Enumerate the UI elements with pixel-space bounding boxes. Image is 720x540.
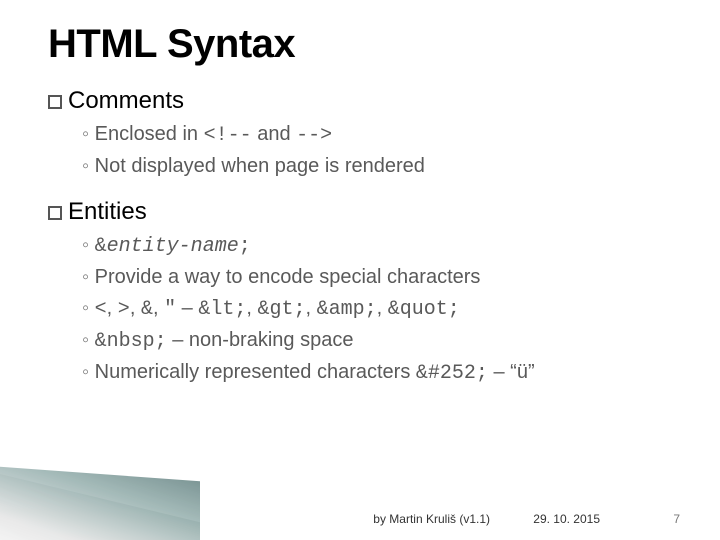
content-body: Comments Enclosed in <!-- and --> Not disp… [48, 87, 672, 387]
section: Entities&entity-name; Provide a way to en… [48, 198, 672, 387]
bullet-square-icon [48, 206, 62, 220]
list-item: Enclosed in <!-- and --> [82, 121, 672, 149]
decorative-corner [0, 420, 200, 540]
sub-bullet-list: Enclosed in <!-- and --> Not displayed wh… [48, 121, 672, 180]
footer-byline: by Martin Kruliš (v1.1) [373, 512, 490, 526]
slide-title: HTML Syntax [48, 22, 672, 67]
list-item: &nbsp; – non-braking space [82, 327, 672, 355]
section-heading: Entities [48, 198, 672, 226]
list-item: &entity-name; [82, 232, 672, 260]
list-item: Not displayed when page is rendered [82, 153, 672, 180]
section-heading-text: Comments [68, 87, 184, 114]
section-heading: Comments [48, 87, 672, 115]
footer-page-number: 7 [673, 512, 680, 526]
list-item: <, >, &, " – &lt;, &gt;, &amp;, &quot; [82, 295, 672, 323]
list-item: Numerically represented characters &#252… [82, 359, 672, 387]
bullet-square-icon [48, 95, 62, 109]
slide: HTML Syntax Comments Enclosed in <!-- and… [0, 0, 720, 540]
list-item: Provide a way to encode special characte… [82, 264, 672, 291]
footer-date: 29. 10. 2015 [533, 512, 600, 526]
sub-bullet-list: &entity-name; Provide a way to encode spe… [48, 232, 672, 387]
section-heading-text: Entities [68, 198, 147, 225]
section: Comments Enclosed in <!-- and --> Not disp… [48, 87, 672, 180]
